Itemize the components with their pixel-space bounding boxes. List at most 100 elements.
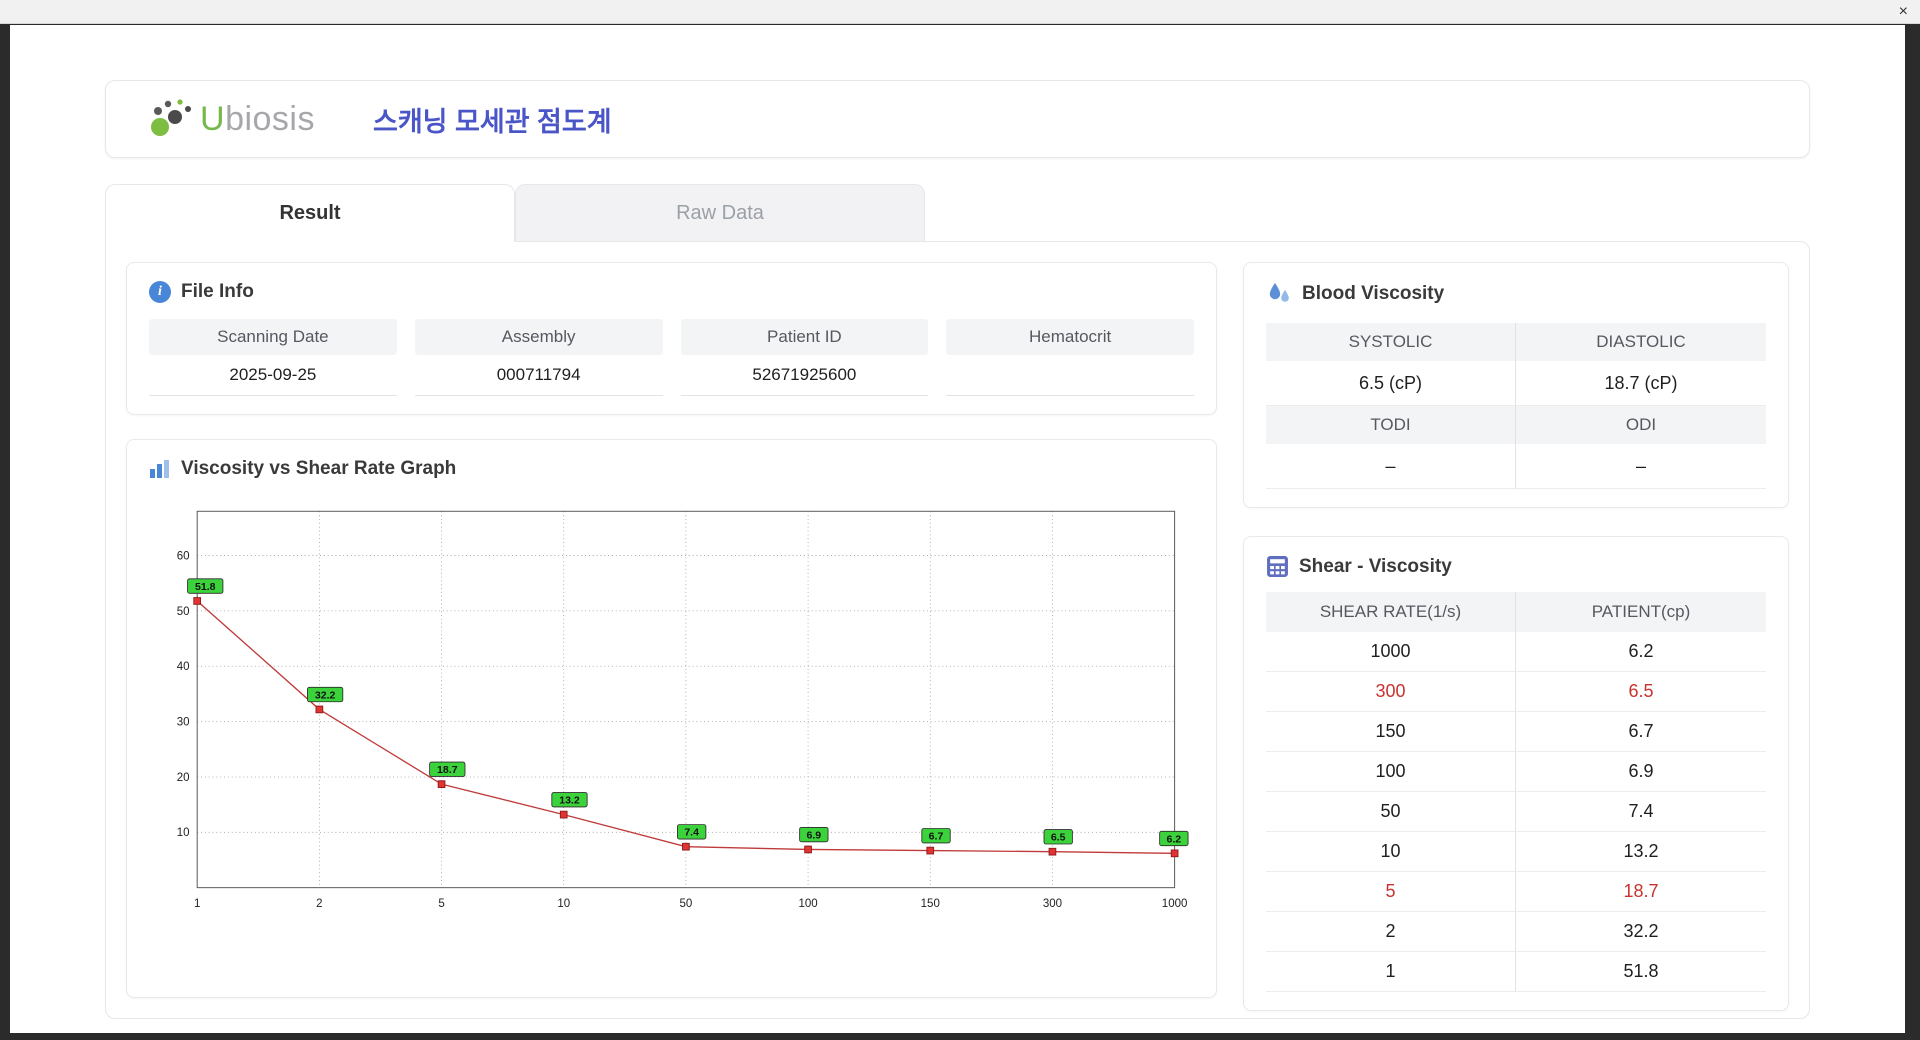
svg-text:32.2: 32.2 [315, 689, 336, 701]
blood-viscosity-header: Blood Viscosity [1266, 281, 1766, 307]
svg-text:300: 300 [1043, 898, 1062, 910]
viscosity-chart: 10 20 30 40 50 60 1 2 5 10 50 100 150 300 1000 51.8 32.2… [177, 510, 1189, 910]
table-row: 1 51.8 [1266, 952, 1766, 992]
svg-text:6.7: 6.7 [929, 831, 944, 843]
shear-rate-cell: 2 [1266, 912, 1516, 951]
table-row: 50 7.4 [1266, 792, 1766, 832]
patient-cell: 13.2 [1623, 841, 1659, 861]
column-patient: PATIENT(cp) [1591, 602, 1691, 621]
field-scanning-date: Scanning Date 2025-09-25 [149, 319, 397, 396]
svg-text:13.2: 13.2 [559, 795, 580, 807]
patient-cell: 6.2 [1628, 641, 1654, 661]
field-patient-id: Patient ID 52671925600 [680, 319, 929, 396]
odi-label: ODI [1516, 406, 1766, 444]
blood-viscosity-grid: SYSTOLIC DIASTOLIC 6.5 (cP) 18.7 (cP) TO… [1266, 323, 1766, 489]
svg-text:6.9: 6.9 [807, 829, 822, 841]
svg-text:50: 50 [679, 898, 692, 910]
shear-viscosity-title: Shear - Viscosity [1299, 555, 1452, 577]
ubiosis-logo-icon [148, 97, 194, 141]
shear-rate-cell: 1 [1266, 952, 1516, 991]
field-value: 000711794 [414, 355, 663, 396]
patient-cell: 51.8 [1623, 961, 1659, 981]
todi-label: TODI [1266, 406, 1516, 444]
field-label: Assembly [414, 319, 663, 355]
graph-title: Viscosity vs Shear Rate Graph [181, 458, 457, 479]
diastolic-label: DIASTOLIC [1516, 323, 1766, 361]
field-label: Patient ID [680, 319, 929, 355]
todi-value: – [1266, 444, 1516, 489]
odi-value: – [1516, 444, 1766, 489]
svg-text:10: 10 [557, 898, 570, 910]
field-label: Hematocrit [946, 319, 1194, 355]
systolic-value: 6.5 (cP) [1266, 361, 1516, 406]
table-row: 300 6.5 [1266, 672, 1766, 712]
shear-rate-cell: 150 [1266, 712, 1516, 751]
shear-rate-cell: 10 [1266, 832, 1516, 871]
svg-text:50: 50 [177, 606, 190, 618]
tab-raw-data[interactable]: Raw Data [515, 184, 925, 241]
ubiosis-logo: Ubiosis [148, 97, 315, 141]
blood-viscosity-card: Blood Viscosity SYSTOLIC DIASTOLIC 6.5 (… [1243, 262, 1789, 508]
svg-text:6.5: 6.5 [1051, 832, 1066, 844]
page-title: 스캐닝 모세관 점도계 [373, 106, 612, 137]
shear-rate-cell: 300 [1266, 672, 1516, 711]
ubiosis-logo-text: Ubiosis [200, 99, 315, 138]
svg-text:1: 1 [194, 898, 200, 910]
svg-text:100: 100 [798, 898, 817, 910]
svg-text:7.4: 7.4 [684, 827, 699, 839]
svg-text:30: 30 [177, 716, 190, 728]
field-label: Scanning Date [149, 319, 397, 355]
svg-text:2: 2 [316, 898, 322, 910]
svg-text:5: 5 [438, 898, 444, 910]
app-header: Ubiosis 스캐닝 모세관 점도계 [105, 80, 1810, 158]
table-row: 10 13.2 [1266, 832, 1766, 872]
shear-rate-cell: 100 [1266, 752, 1516, 791]
close-icon[interactable]: × [1899, 2, 1908, 22]
svg-text:150: 150 [921, 898, 940, 910]
shear-rate-cell: 1000 [1266, 632, 1516, 671]
graph-header: Viscosity vs Shear Rate Graph [149, 458, 1194, 480]
patient-cell: 6.7 [1628, 721, 1654, 741]
svg-text:51.8: 51.8 [195, 581, 216, 593]
info-icon: i [149, 281, 171, 303]
field-hematocrit: Hematocrit [946, 319, 1194, 396]
tab-result[interactable]: Result [105, 184, 515, 242]
patient-cell: 32.2 [1623, 921, 1659, 941]
svg-text:6.2: 6.2 [1167, 833, 1182, 845]
window-titlebar: × [0, 0, 1920, 24]
svg-text:20: 20 [177, 772, 190, 784]
table-row: 150 6.7 [1266, 712, 1766, 752]
table-icon [1266, 555, 1289, 578]
svg-text:18.7: 18.7 [437, 764, 458, 776]
table-row: 1000 6.2 [1266, 632, 1766, 672]
result-panel: i File Info Scanning Date 2025-09-25 Ass… [105, 241, 1810, 1019]
svg-text:1000: 1000 [1162, 898, 1188, 910]
app-window: Ubiosis 스캐닝 모세관 점도계 Result Raw Data i Fi… [10, 25, 1905, 1033]
patient-cell: 6.5 [1628, 681, 1654, 701]
viscosity-graph-card: Viscosity vs Shear Rate Graph 10 20 30 40 50… [126, 439, 1217, 998]
field-value: 52671925600 [680, 355, 929, 396]
svg-text:10: 10 [177, 827, 190, 839]
column-shear-rate: SHEAR RATE(1/s) [1266, 592, 1516, 632]
blood-drops-icon [1266, 281, 1292, 307]
bar-chart-icon [149, 459, 171, 479]
shear-rate-cell: 50 [1266, 792, 1516, 831]
blood-viscosity-title: Blood Viscosity [1302, 283, 1445, 304]
shear-rate-cell: 5 [1266, 872, 1516, 911]
systolic-label: SYSTOLIC [1266, 323, 1516, 361]
file-info-header: i File Info [149, 281, 1194, 303]
table-row: 2 32.2 [1266, 912, 1766, 952]
shear-table-body: 1000 6.2 300 6.5 150 6.7 100 6.9 50 7.4 10 13.2 5 18.… [1266, 632, 1766, 992]
shear-viscosity-card: Shear - Viscosity SHEAR RATE(1/s) PATIEN… [1243, 536, 1789, 1011]
svg-text:60: 60 [177, 550, 190, 562]
table-row: 100 6.9 [1266, 752, 1766, 792]
field-value [946, 355, 1194, 396]
shear-table-header: SHEAR RATE(1/s) PATIENT(cp) [1266, 592, 1766, 632]
patient-cell: 6.9 [1628, 761, 1654, 781]
patient-cell: 18.7 [1623, 881, 1659, 901]
file-info-card: i File Info Scanning Date 2025-09-25 Ass… [126, 262, 1217, 415]
patient-cell: 7.4 [1628, 801, 1654, 821]
file-info-title: File Info [181, 281, 254, 302]
table-row: 5 18.7 [1266, 872, 1766, 912]
shear-viscosity-header: Shear - Viscosity [1266, 555, 1766, 578]
